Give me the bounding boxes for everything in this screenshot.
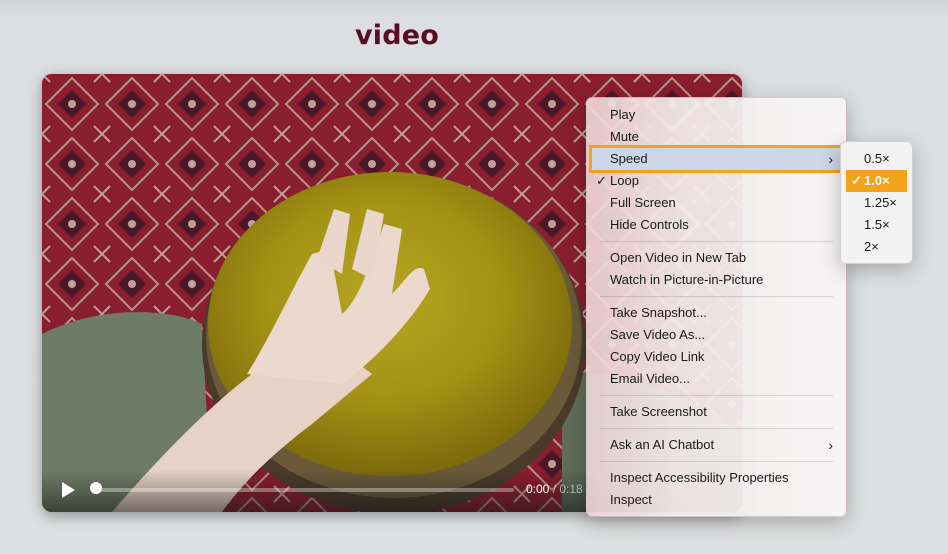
speed-option[interactable]: 1.25×	[846, 192, 907, 214]
menu-item-take-screenshot[interactable]: Take Screenshot	[592, 401, 841, 423]
menu-item-label: Save Video As...	[610, 327, 706, 342]
menu-item-save-video[interactable]: Save Video As...	[592, 324, 841, 346]
menu-item-full-screen[interactable]: Full Screen	[592, 192, 841, 214]
context-menu: Play Mute Speed › ✓ Loop Full Screen Hid…	[586, 97, 847, 517]
speed-option-label: 1.5×	[864, 217, 890, 232]
menu-item-loop[interactable]: ✓ Loop	[592, 170, 841, 192]
menu-item-label: Full Screen	[610, 195, 676, 210]
menu-separator	[600, 461, 833, 462]
chevron-right-icon: ›	[828, 151, 833, 167]
menu-item-take-snapshot[interactable]: Take Snapshot...	[592, 302, 841, 324]
menu-item-play[interactable]: Play	[592, 104, 841, 126]
speed-option-label: 0.5×	[864, 151, 890, 166]
speed-option[interactable]: 2×	[846, 236, 907, 258]
menu-item-speed[interactable]: Speed ›	[589, 145, 844, 173]
speed-option[interactable]: 1.5×	[846, 214, 907, 236]
menu-item-inspect[interactable]: Inspect	[592, 489, 841, 511]
menu-separator	[600, 428, 833, 429]
speed-option-label: 2×	[864, 239, 879, 254]
speed-option-label: 1.25×	[864, 195, 897, 210]
time-display: 0:00 / 0:18	[526, 482, 583, 496]
menu-item-copy-link[interactable]: Copy Video Link	[592, 346, 841, 368]
menu-item-label: Inspect	[610, 492, 652, 507]
menu-item-label: Loop	[610, 173, 639, 188]
menu-item-label: Ask an AI Chatbot	[610, 437, 715, 452]
menu-item-inspect-a11y[interactable]: Inspect Accessibility Properties	[592, 467, 841, 489]
speed-option-selected[interactable]: ✓ 1.0×	[846, 170, 907, 192]
progress-bar[interactable]	[94, 488, 514, 492]
menu-item-pip[interactable]: Watch in Picture-in-Picture	[592, 269, 841, 291]
menu-item-label: Play	[610, 107, 636, 122]
duration: / 0:18	[552, 482, 583, 496]
menu-item-label: Hide Controls	[610, 217, 689, 232]
speed-submenu: 0.5× ✓ 1.0× 1.25× 1.5× 2×	[840, 141, 913, 264]
chevron-right-icon: ›	[828, 437, 833, 453]
menu-separator	[600, 296, 833, 297]
page-title: video	[355, 20, 440, 51]
speed-option[interactable]: 0.5×	[846, 148, 907, 170]
menu-item-label: Copy Video Link	[610, 349, 705, 364]
menu-item-ask-ai[interactable]: Ask an AI Chatbot ›	[592, 434, 841, 456]
menu-item-label: Open Video in New Tab	[610, 250, 747, 265]
progress-handle[interactable]	[90, 482, 102, 494]
menu-item-open-new-tab[interactable]: Open Video in New Tab	[592, 247, 841, 269]
menu-item-label: Watch in Picture-in-Picture	[610, 272, 764, 287]
menu-item-hide-controls[interactable]: Hide Controls	[592, 214, 841, 236]
menu-item-label: Email Video...	[610, 371, 690, 386]
checkmark-icon: ✓	[851, 173, 862, 188]
menu-item-email-video[interactable]: Email Video...	[592, 368, 841, 390]
menu-item-mute[interactable]: Mute	[592, 126, 841, 148]
menu-item-label: Speed	[610, 151, 648, 166]
checkmark-icon: ✓	[596, 173, 607, 188]
menu-separator	[600, 241, 833, 242]
current-time: 0:00	[526, 482, 550, 496]
menu-separator	[600, 395, 833, 396]
speed-option-label: 1.0×	[864, 173, 890, 188]
menu-item-label: Take Snapshot...	[610, 305, 707, 320]
menu-item-label: Take Screenshot	[610, 404, 707, 419]
menu-item-label: Mute	[610, 129, 639, 144]
play-icon[interactable]	[60, 481, 76, 499]
menu-item-label: Inspect Accessibility Properties	[610, 470, 789, 485]
